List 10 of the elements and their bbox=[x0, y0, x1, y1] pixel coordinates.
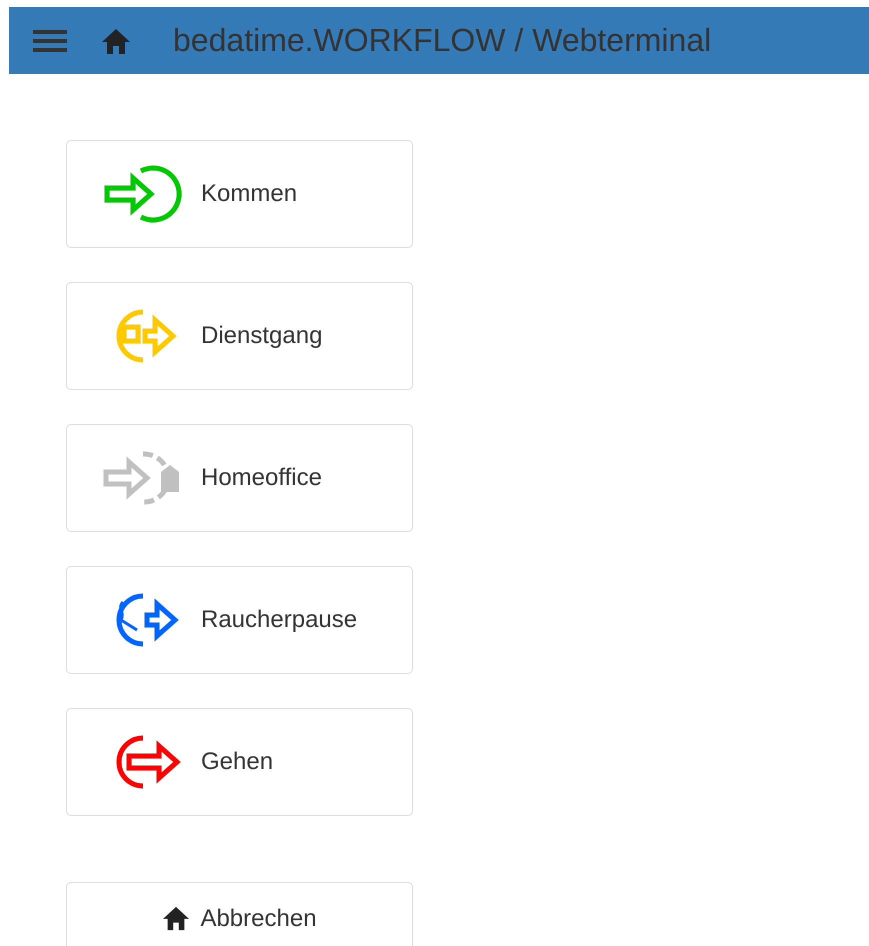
action-button[interactable]: Dienstgang bbox=[66, 282, 413, 390]
action-button[interactable]: Raucherpause bbox=[66, 566, 413, 674]
page-title: bedatime.WORKFLOW / Webterminal bbox=[173, 22, 712, 59]
action-button[interactable]: Homeoffice bbox=[66, 424, 413, 532]
cancel-button[interactable]: Abbrechen bbox=[66, 882, 413, 946]
action-button[interactable]: Kommen bbox=[66, 140, 413, 248]
home-icon bbox=[162, 905, 190, 931]
action-button[interactable]: Gehen bbox=[66, 708, 413, 816]
menu-icon[interactable] bbox=[33, 28, 67, 52]
home-icon[interactable] bbox=[101, 26, 131, 54]
